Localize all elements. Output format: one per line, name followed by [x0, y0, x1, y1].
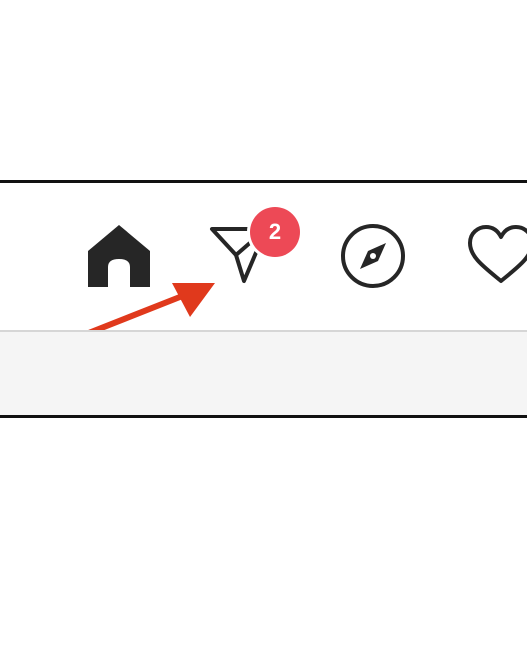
heart-icon[interactable]: [466, 223, 527, 287]
content-area: [0, 332, 527, 415]
cropped-region: 2: [0, 180, 527, 418]
screenshot-page: 2: [0, 0, 527, 646]
top-navbar: 2: [0, 183, 527, 356]
direct-notification-badge: 2: [250, 207, 300, 257]
compass-icon[interactable]: [340, 223, 406, 289]
